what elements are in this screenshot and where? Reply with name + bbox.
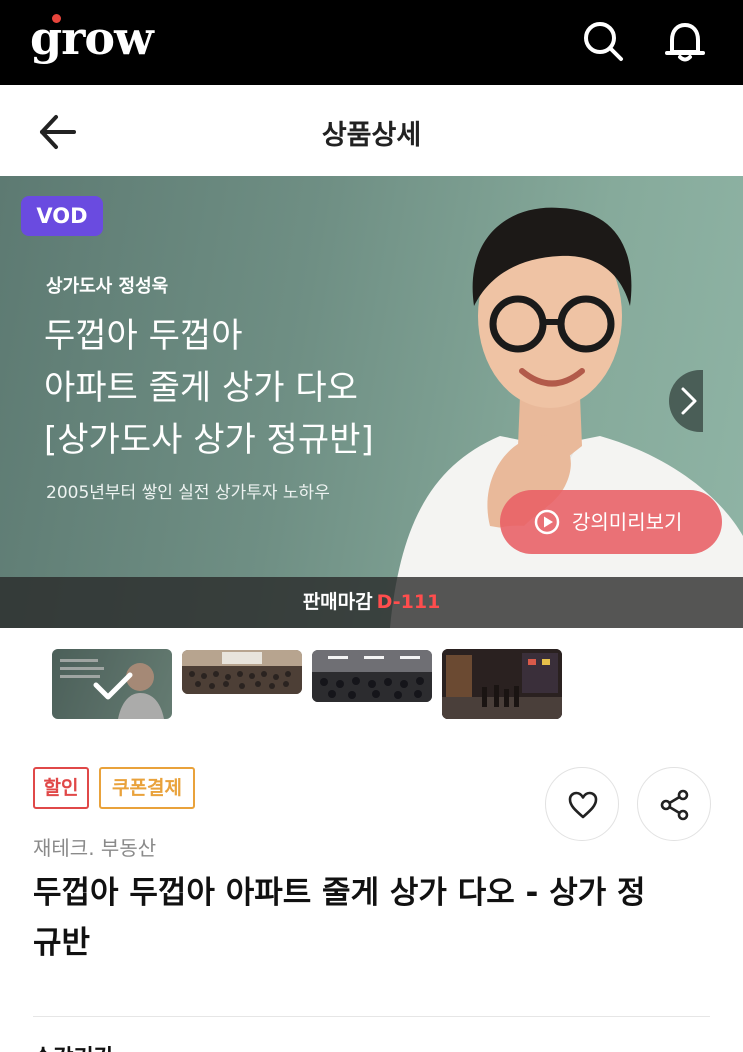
grow-logo[interactable]: grow	[30, 8, 154, 68]
discount-tag: 할인	[33, 767, 89, 809]
page-navbar: 상품상세	[0, 85, 743, 176]
preview-button-label: 강의미리보기	[572, 510, 683, 534]
product-title: 두껍아 두껍아 아파트 줄게 상가 다오 - 상가 정규반	[33, 875, 646, 961]
app-header: grow	[0, 0, 743, 85]
page-title: 상품상세	[321, 120, 422, 151]
banner-headline-line: 두껍아 두껍아	[44, 316, 243, 356]
sale-deadline-bar: 판매마감 D-111	[0, 577, 743, 628]
thumbnail-seminar-2[interactable]	[312, 650, 432, 702]
product-category: 재테크. 부동산	[33, 836, 157, 860]
coupon-payment-tag: 쿠폰결제	[99, 767, 195, 809]
section-divider	[33, 1016, 710, 1017]
banner-headline-line: [상가도사 상가 정규반]	[44, 420, 374, 460]
share-button[interactable]	[637, 767, 711, 841]
logo-dot	[52, 14, 61, 23]
banner-headline: 두껍아 두껍아 아파트 줄게 상가 다오 [상가도사 상가 정규반]	[44, 310, 374, 466]
bell-icon[interactable]	[662, 18, 708, 64]
banner-headline-line: 아파트 줄게 상가 다오	[44, 368, 358, 408]
thumbnail-night-street[interactable]	[442, 649, 562, 719]
play-circle-icon	[534, 509, 560, 535]
chevron-right-icon	[681, 387, 697, 415]
deadline-label: 판매마감	[302, 591, 373, 613]
share-icon	[660, 789, 689, 821]
search-icon[interactable]	[580, 18, 626, 64]
banner-instructor: 상가도사 정성욱	[46, 276, 169, 297]
section-heading: 수강기간	[33, 1040, 114, 1052]
deadline-dday: D-111	[376, 591, 441, 613]
lecture-preview-button[interactable]: 강의미리보기	[500, 490, 722, 554]
thumbnail-banner[interactable]	[52, 649, 172, 719]
wishlist-button[interactable]	[545, 767, 619, 841]
banner-subtext: 2005년부터 쌓인 실전 상가투자 노하우	[46, 483, 330, 503]
vod-badge: VOD	[21, 196, 103, 236]
heart-icon	[568, 791, 598, 819]
product-banner[interactable]: VOD 상가도사 정성욱 두껍아 두껍아 아파트 줄게 상가 다오 [상가도사 …	[0, 176, 743, 628]
thumbnail-seminar-1[interactable]	[182, 650, 302, 694]
